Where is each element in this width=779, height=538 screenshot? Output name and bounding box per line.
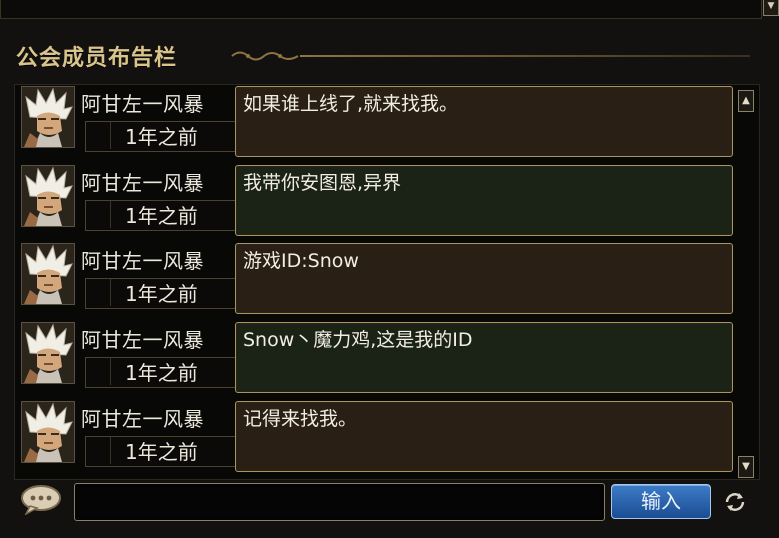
bulletin-board: 阿甘左一风暴 1年之前 如果谁上线了,就来找我。 阿甘左一风暴 1年之前 我带你…: [14, 84, 760, 480]
post-message-bubble: 记得来找我。: [235, 401, 733, 472]
post-author: 阿甘左一风暴: [81, 328, 204, 352]
title-divider: [300, 55, 750, 57]
post-author: 阿甘左一风暴: [81, 171, 204, 195]
top-scroll-down-button[interactable]: ▼: [763, 0, 779, 16]
post-message-bubble: 我带你安图恩,异界: [235, 165, 733, 236]
post-message: Snow丶魔力鸡,这是我的ID: [243, 329, 473, 351]
post-time: 1年之前: [125, 440, 198, 464]
post-row: 阿甘左一风暴 1年之前 游戏ID:Snow: [21, 243, 739, 315]
post-message-bubble: 游戏ID:Snow: [235, 243, 733, 314]
post-author: 阿甘左一风暴: [81, 92, 204, 116]
post-time: 1年之前: [125, 125, 198, 149]
top-panel: ▼: [0, 0, 779, 19]
title-ornament-icon: [231, 51, 299, 61]
post-message: 我带你安图恩,异界: [243, 172, 402, 194]
avatar[interactable]: [21, 86, 75, 148]
character-avatar-icon: [22, 323, 74, 383]
character-avatar-icon: [22, 166, 74, 226]
message-input[interactable]: [74, 483, 605, 521]
avatar[interactable]: [21, 401, 75, 463]
refresh-icon[interactable]: [722, 491, 748, 513]
character-avatar-icon: [22, 244, 74, 304]
chat-bubble-icon[interactable]: [20, 484, 62, 515]
avatar[interactable]: [21, 322, 75, 384]
post-message: 游戏ID:Snow: [243, 250, 359, 272]
post-time: 1年之前: [125, 361, 198, 385]
post-time: 1年之前: [125, 204, 198, 228]
post-row: 阿甘左一风暴 1年之前 如果谁上线了,就来找我。: [21, 86, 739, 158]
post-author: 阿甘左一风暴: [81, 407, 204, 431]
scroll-up-button[interactable]: ▲: [738, 90, 754, 112]
character-avatar-icon: [22, 402, 74, 462]
scroll-down-button[interactable]: ▼: [738, 456, 754, 478]
character-avatar-icon: [22, 87, 74, 147]
panel-title: 公会成员布告栏: [16, 45, 178, 71]
post-author: 阿甘左一风暴: [81, 249, 204, 273]
post-message-bubble: Snow丶魔力鸡,这是我的ID: [235, 322, 733, 393]
avatar[interactable]: [21, 243, 75, 305]
avatar[interactable]: [21, 165, 75, 227]
post-row: 阿甘左一风暴 1年之前 记得来找我。: [21, 401, 739, 473]
post-row: 阿甘左一风暴 1年之前 我带你安图恩,异界: [21, 165, 739, 237]
post-row: 阿甘左一风暴 1年之前 Snow丶魔力鸡,这是我的ID: [21, 322, 739, 394]
post-message: 记得来找我。: [243, 408, 358, 430]
post-time: 1年之前: [125, 282, 198, 306]
post-message-bubble: 如果谁上线了,就来找我。: [235, 86, 733, 157]
submit-button[interactable]: 输入: [611, 484, 711, 519]
post-message: 如果谁上线了,就来找我。: [243, 93, 459, 115]
